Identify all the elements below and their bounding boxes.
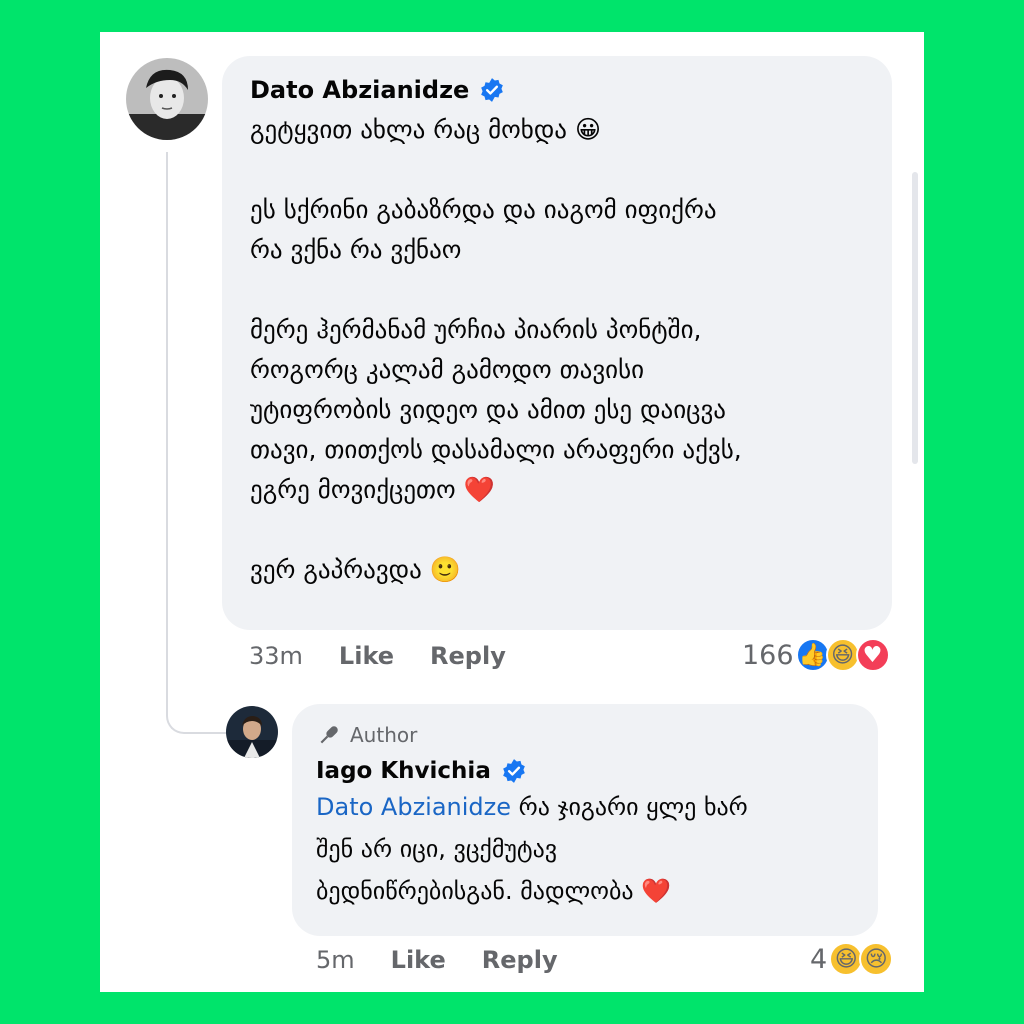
- reply-bubble: Author Iago Khvichia Dato Abzianidze რა …: [292, 704, 878, 936]
- comment-author-name[interactable]: Dato Abzianidze: [250, 76, 469, 104]
- haha-reaction-icon: 😆: [825, 638, 860, 672]
- comments-card: Dato Abzianidze გეტყვით ახლა რაც მოხდა 😀…: [100, 32, 924, 992]
- reply-button[interactable]: Reply: [430, 642, 506, 670]
- sad-reaction-icon: 😢: [859, 942, 894, 976]
- avatar-dato[interactable]: [126, 58, 208, 140]
- comment-actions: 33m Like Reply: [249, 642, 542, 670]
- avatar-iago[interactable]: [226, 706, 278, 758]
- reply-actions: 5m Like Reply: [316, 946, 594, 974]
- reply-author-name[interactable]: Iago Khvichia: [316, 758, 491, 784]
- comment-paragraph: მერე ჰერმანამ ურჩია პიარის პონტში, როგორ…: [250, 315, 742, 504]
- mention-link[interactable]: Dato Abzianidze: [316, 793, 511, 821]
- love-reaction-icon: ♥: [855, 638, 890, 672]
- like-button[interactable]: Like: [391, 946, 446, 974]
- verified-badge-icon: [479, 77, 505, 103]
- thread-line: [166, 152, 168, 712]
- comment-paragraph: ვერ გაპრავდა 🙂: [250, 555, 461, 584]
- haha-reaction-icon: 😆: [829, 942, 864, 976]
- comment-paragraph: ეს სქრინი გაბაზრდა და იაგომ იფიქრა რა ვქ…: [250, 195, 717, 264]
- reaction-count: 4: [810, 943, 828, 975]
- author-badge: Author: [316, 722, 854, 748]
- reply-button[interactable]: Reply: [482, 946, 558, 974]
- author-badge-label: Author: [350, 723, 418, 747]
- comment-time[interactable]: 33m: [249, 642, 303, 670]
- comment-reactions[interactable]: 166 👍 😆 ♥: [742, 638, 890, 672]
- comment-bubble: Dato Abzianidze გეტყვით ახლა რაც მოხდა 😀…: [222, 56, 892, 630]
- thread-connector: [166, 692, 228, 734]
- reaction-count: 166: [742, 639, 794, 671]
- reply-text: Dato Abzianidze რა ჯიგარი ყლე ხარ შენ არ…: [316, 786, 854, 912]
- microphone-icon: [316, 722, 342, 748]
- like-button[interactable]: Like: [339, 642, 394, 670]
- like-reaction-icon: 👍: [795, 638, 830, 672]
- reply-reactions[interactable]: 4 😆 😢: [810, 942, 894, 976]
- verified-badge-icon: [501, 758, 527, 784]
- reply-time[interactable]: 5m: [316, 946, 355, 974]
- comment-paragraph: გეტყვით ახლა რაც მოხდა 😀: [250, 115, 602, 144]
- scrollbar[interactable]: [912, 172, 918, 464]
